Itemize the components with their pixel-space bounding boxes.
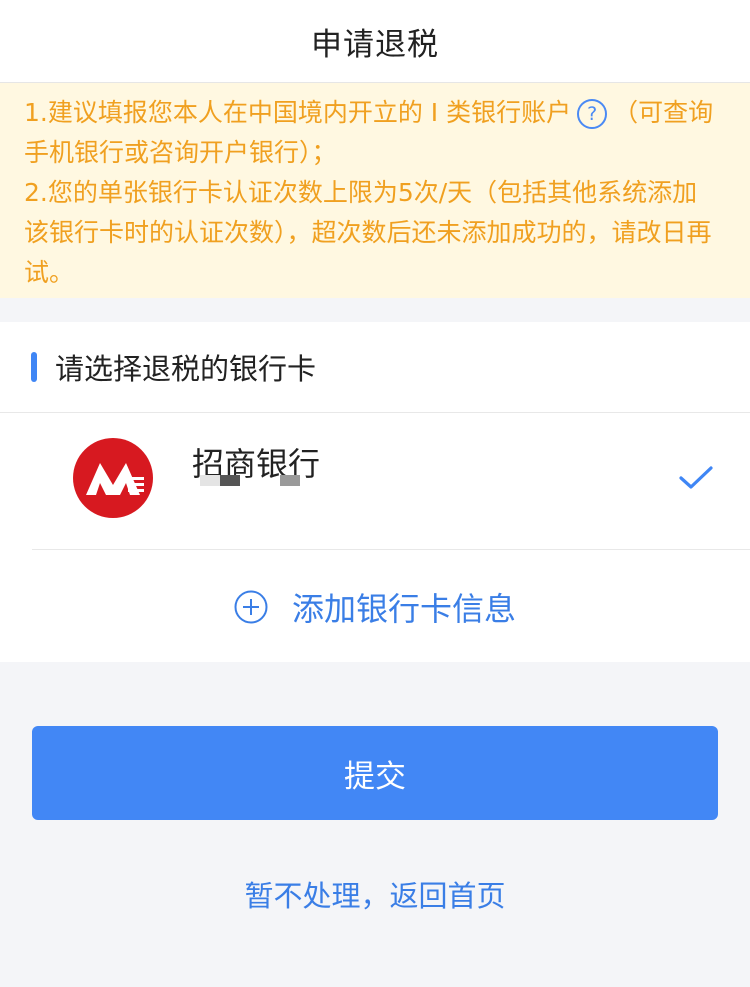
section-title: 请选择退税的银行卡: [55, 352, 317, 386]
submit-button[interactable]: 提交: [32, 726, 718, 820]
notice-line-2: 2.您的单张银行卡认证次数上限为5次/天（包括其他系统添加该银行卡时的认证次数）…: [24, 178, 712, 287]
cmb-logo-icon: [73, 438, 153, 518]
back-home-link[interactable]: 暂不处理，返回首页: [0, 873, 750, 915]
masked-card-number: [200, 475, 300, 486]
notice-banner: 1.建议填报您本人在中国境内开立的 I 类银行账户? （可查询手机银行或咨询开户银…: [0, 83, 750, 298]
page-title: 申请退税: [311, 26, 439, 63]
notice-line-1-text: 1.建议填报您本人在中国境内开立的 I 类银行账户: [24, 98, 572, 127]
bank-card-item[interactable]: 招商银行: [32, 413, 750, 550]
notice-line-1: 1.建议填报您本人在中国境内开立的 I 类银行账户? （可查询手机银行或咨询开户银…: [24, 93, 720, 173]
section-accent-bar: [31, 352, 37, 382]
bank-card-panel: 请选择退税的银行卡 招商银行 添加银行卡信息: [0, 322, 750, 662]
section-header: 请选择退税的银行卡: [0, 322, 750, 413]
checkmark-icon: [679, 466, 713, 489]
add-bank-card-label: 添加银行卡信息: [291, 589, 516, 628]
plus-circle-icon: [234, 590, 268, 623]
app-header: 申请退税: [0, 0, 750, 83]
help-icon[interactable]: ?: [577, 99, 608, 129]
add-bank-card-button[interactable]: 添加银行卡信息: [0, 550, 750, 663]
